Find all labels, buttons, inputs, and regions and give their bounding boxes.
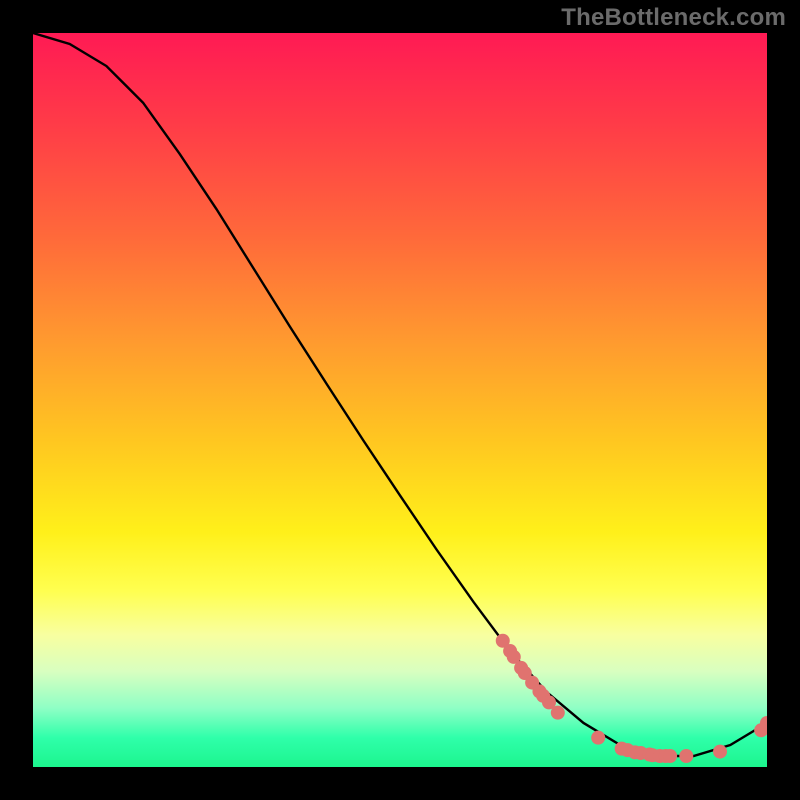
data-marker [591, 731, 605, 745]
watermark-label: TheBottleneck.com [561, 4, 786, 32]
chart-frame: TheBottleneck.com [0, 0, 800, 800]
data-marker [713, 745, 727, 759]
chart-overlay [33, 33, 767, 767]
bottleneck-curve [33, 33, 767, 756]
data-markers [496, 634, 767, 763]
data-marker [663, 749, 677, 763]
plot-area [33, 33, 767, 767]
data-marker [679, 749, 693, 763]
data-marker [551, 706, 565, 720]
